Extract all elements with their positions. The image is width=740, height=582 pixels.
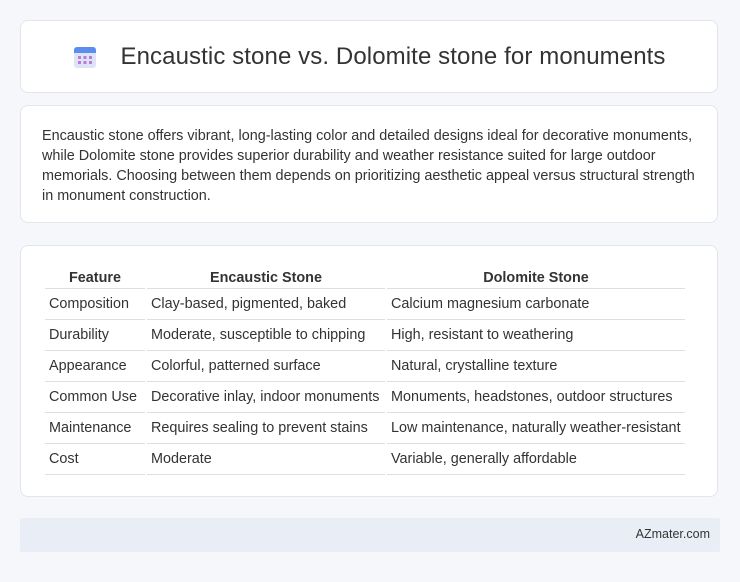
dolomite-cell: Natural, crystalline texture bbox=[387, 351, 685, 382]
table-row: Common Use Decorative inlay, indoor monu… bbox=[45, 382, 685, 413]
footer-bar: AZmater.com bbox=[20, 518, 720, 552]
dolomite-cell: Monuments, headstones, outdoor structure… bbox=[387, 382, 685, 413]
feature-cell: Durability bbox=[45, 320, 145, 351]
header-dolomite: Dolomite Stone bbox=[387, 267, 685, 289]
dolomite-cell: High, resistant to weathering bbox=[387, 320, 685, 351]
feature-cell: Appearance bbox=[45, 351, 145, 382]
table-row: Composition Clay-based, pigmented, baked… bbox=[45, 289, 685, 320]
header-feature: Feature bbox=[45, 267, 145, 289]
feature-cell: Maintenance bbox=[45, 413, 145, 444]
footer-brand: AZmater.com bbox=[635, 527, 710, 541]
comparison-table: Feature Encaustic Stone Dolomite Stone C… bbox=[43, 267, 687, 475]
encaustic-cell: Moderate, susceptible to chipping bbox=[147, 320, 385, 351]
encaustic-cell: Decorative inlay, indoor monuments bbox=[147, 382, 385, 413]
dolomite-cell: Variable, generally affordable bbox=[387, 444, 685, 475]
table-row: Cost Moderate Variable, generally afford… bbox=[45, 444, 685, 475]
summary-text: Encaustic stone offers vibrant, long-las… bbox=[42, 128, 695, 204]
title-card: Encaustic stone vs. Dolomite stone for m… bbox=[20, 20, 718, 93]
comparison-card: Feature Encaustic Stone Dolomite Stone C… bbox=[20, 245, 718, 497]
dolomite-cell: Low maintenance, naturally weather-resis… bbox=[387, 413, 685, 444]
table-row: Maintenance Requires sealing to prevent … bbox=[45, 413, 685, 444]
dolomite-cell: Calcium magnesium carbonate bbox=[387, 289, 685, 320]
encaustic-cell: Requires sealing to prevent stains bbox=[147, 413, 385, 444]
encaustic-cell: Colorful, patterned surface bbox=[147, 351, 385, 382]
encaustic-cell: Moderate bbox=[147, 444, 385, 475]
page-title: Encaustic stone vs. Dolomite stone for m… bbox=[120, 42, 666, 70]
feature-cell: Composition bbox=[45, 289, 145, 320]
summary-card: Encaustic stone offers vibrant, long-las… bbox=[20, 105, 718, 223]
encaustic-cell: Clay-based, pigmented, baked bbox=[147, 289, 385, 320]
feature-cell: Common Use bbox=[45, 382, 145, 413]
calendar-icon bbox=[74, 46, 97, 68]
table-header-row: Feature Encaustic Stone Dolomite Stone bbox=[45, 267, 685, 289]
table-row: Appearance Colorful, patterned surface N… bbox=[45, 351, 685, 382]
feature-cell: Cost bbox=[45, 444, 145, 475]
table-row: Durability Moderate, susceptible to chip… bbox=[45, 320, 685, 351]
header-encaustic: Encaustic Stone bbox=[147, 267, 385, 289]
